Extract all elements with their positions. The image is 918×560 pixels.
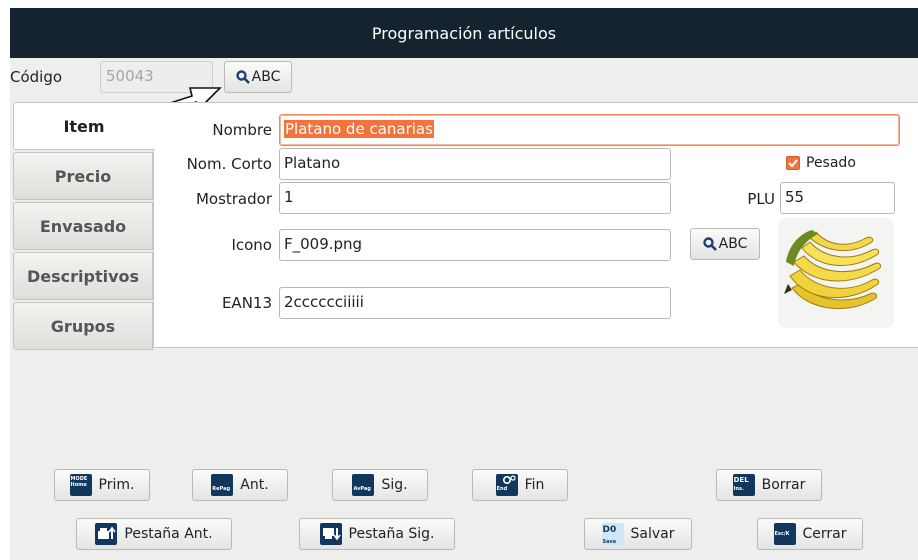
avpag-key-icon: AvPag [352,474,375,496]
icono-field[interactable]: F_009.png [279,229,671,261]
nombre-label: Nombre [212,121,272,139]
tab-envasado[interactable]: Envasado [13,202,153,250]
ean13-field[interactable]: 2cccccciiiii [279,287,671,319]
pestana-sig-button[interactable]: Pestaña Sig. [299,518,455,550]
tab-prev-icon [95,523,118,545]
window-title-bar: Programación artículos [10,8,918,58]
ant-button[interactable]: RePag Ant. [192,469,288,501]
tab-descriptivos[interactable]: Descriptivos [13,252,153,300]
codigo-search-button[interactable]: ABC [224,61,292,93]
sig-button[interactable]: AvPag Sig. [332,469,428,501]
save-key-icon: D0 Save [601,523,624,545]
nom-corto-label: Nom. Corto [186,155,272,173]
codigo-search-label: ABC [251,69,281,85]
pesado-checkbox[interactable] [786,156,800,170]
nombre-field[interactable]: Platano de canarias [279,114,900,146]
tab-grupos[interactable]: Grupos [13,302,153,350]
salvar-label: Salvar [630,526,675,542]
icono-search-button[interactable]: ABC [690,228,760,260]
search-icon [235,70,250,84]
banana-image [778,218,894,328]
fin-button[interactable]: End Fin [472,469,568,501]
fin-label: Fin [524,477,545,493]
plu-field[interactable]: 55 [780,182,895,214]
del-key-icon: DEL Ins. [732,474,755,496]
borrar-label: Borrar [761,477,806,493]
icono-label: Icono [231,236,272,254]
tab-item[interactable]: Item [13,102,154,150]
sig-label: Sig. [381,477,408,493]
window-title: Programación artículos [371,23,557,43]
mostrador-field[interactable]: 1 [279,182,671,214]
nombre-value: Platano de canarias [284,120,434,138]
checkmark-icon [788,159,798,168]
prim-button[interactable]: MODE Home Prim. [54,469,150,501]
pestana-ant-button[interactable]: Pestaña Ant. [76,518,232,550]
gears-icon: End [495,474,518,496]
codigo-label: Código [10,68,63,86]
pestana-sig-label: Pestaña Sig. [348,526,435,542]
plu-label: PLU [747,190,775,208]
cerrar-label: Cerrar [802,526,847,542]
pestana-ant-label: Pestaña Ant. [124,526,213,542]
icono-search-label: ABC [718,236,748,252]
esc-key-icon: Esc/K [773,523,796,545]
tab-next-icon [319,523,342,545]
repag-key-icon: RePag [211,474,234,496]
ant-label: Ant. [240,477,269,493]
borrar-button[interactable]: DEL Ins. Borrar [716,469,822,501]
home-key-icon: MODE Home [69,474,92,496]
salvar-button[interactable]: D0 Save Salvar [584,518,692,550]
ean13-label: EAN13 [221,294,272,312]
prim-label: Prim. [98,477,135,493]
pesado-label: Pesado [806,155,856,171]
cerrar-button[interactable]: Esc/K Cerrar [757,518,863,550]
nom-corto-field[interactable]: Platano [279,148,671,180]
mostrador-label: Mostrador [195,190,272,208]
tab-precio[interactable]: Precio [13,152,153,200]
search-icon [702,237,717,251]
